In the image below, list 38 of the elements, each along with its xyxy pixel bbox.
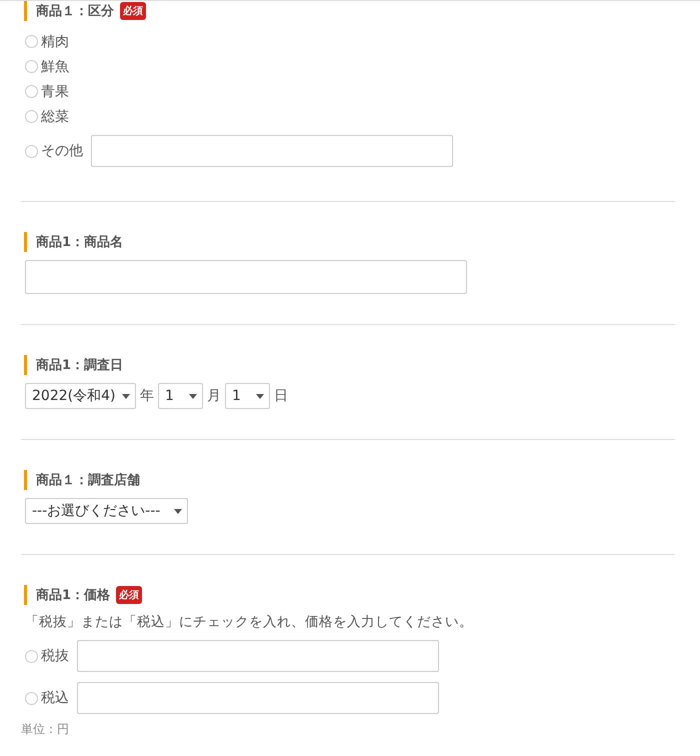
option-label: 青果 — [41, 82, 69, 100]
radio-button[interactable] — [25, 85, 38, 98]
option-label: その他 — [41, 142, 83, 160]
input-field[interactable] — [91, 135, 453, 167]
input-field[interactable] — [25, 260, 467, 294]
price-field[interactable] — [77, 682, 439, 714]
caret-icon — [174, 508, 182, 514]
radio-button[interactable] — [25, 60, 38, 73]
radio-button[interactable] — [25, 144, 38, 158]
field-label: 商品1：価格 — [36, 586, 110, 604]
required-badge: 必須 — [116, 586, 142, 604]
instruction-text: 「税抜」または「税込」にチェックを入れ、価格を入力してください。 — [25, 613, 474, 631]
option-label: 税込 — [41, 689, 69, 707]
day-dropdown[interactable]: 1 — [225, 383, 270, 409]
unit-label: 日 — [274, 387, 288, 405]
radio-button[interactable] — [25, 110, 38, 123]
field-label: 商品1：調査日 — [36, 356, 124, 374]
store-dropdown[interactable]: ---お選びください--- — [25, 498, 188, 524]
caret-icon — [122, 394, 130, 398]
caret-icon — [189, 394, 197, 398]
option-label: 税抜 — [41, 647, 69, 665]
radio-button[interactable] — [25, 692, 38, 704]
unit-label: 年 — [140, 387, 154, 405]
field-label: 商品１：区分 — [36, 2, 114, 20]
required-badge: 必須 — [120, 2, 146, 20]
unit-label: 月 — [207, 387, 221, 405]
option-label: 総菜 — [41, 108, 69, 126]
price-field[interactable] — [77, 640, 439, 672]
year-dropdown[interactable]: 2022(令和4) — [25, 383, 136, 409]
caret-icon — [256, 394, 264, 398]
radio-button[interactable] — [25, 650, 38, 662]
radio-button[interactable] — [25, 35, 38, 48]
option-label: 鮮魚 — [41, 58, 69, 76]
month-dropdown[interactable]: 1 — [158, 383, 203, 409]
field-label: 商品1：商品名 — [36, 234, 124, 251]
field-label: 商品１：調査店舗 — [36, 472, 140, 489]
option-label: 精肉 — [41, 32, 69, 50]
unit-note: 単位：円 — [21, 721, 70, 738]
